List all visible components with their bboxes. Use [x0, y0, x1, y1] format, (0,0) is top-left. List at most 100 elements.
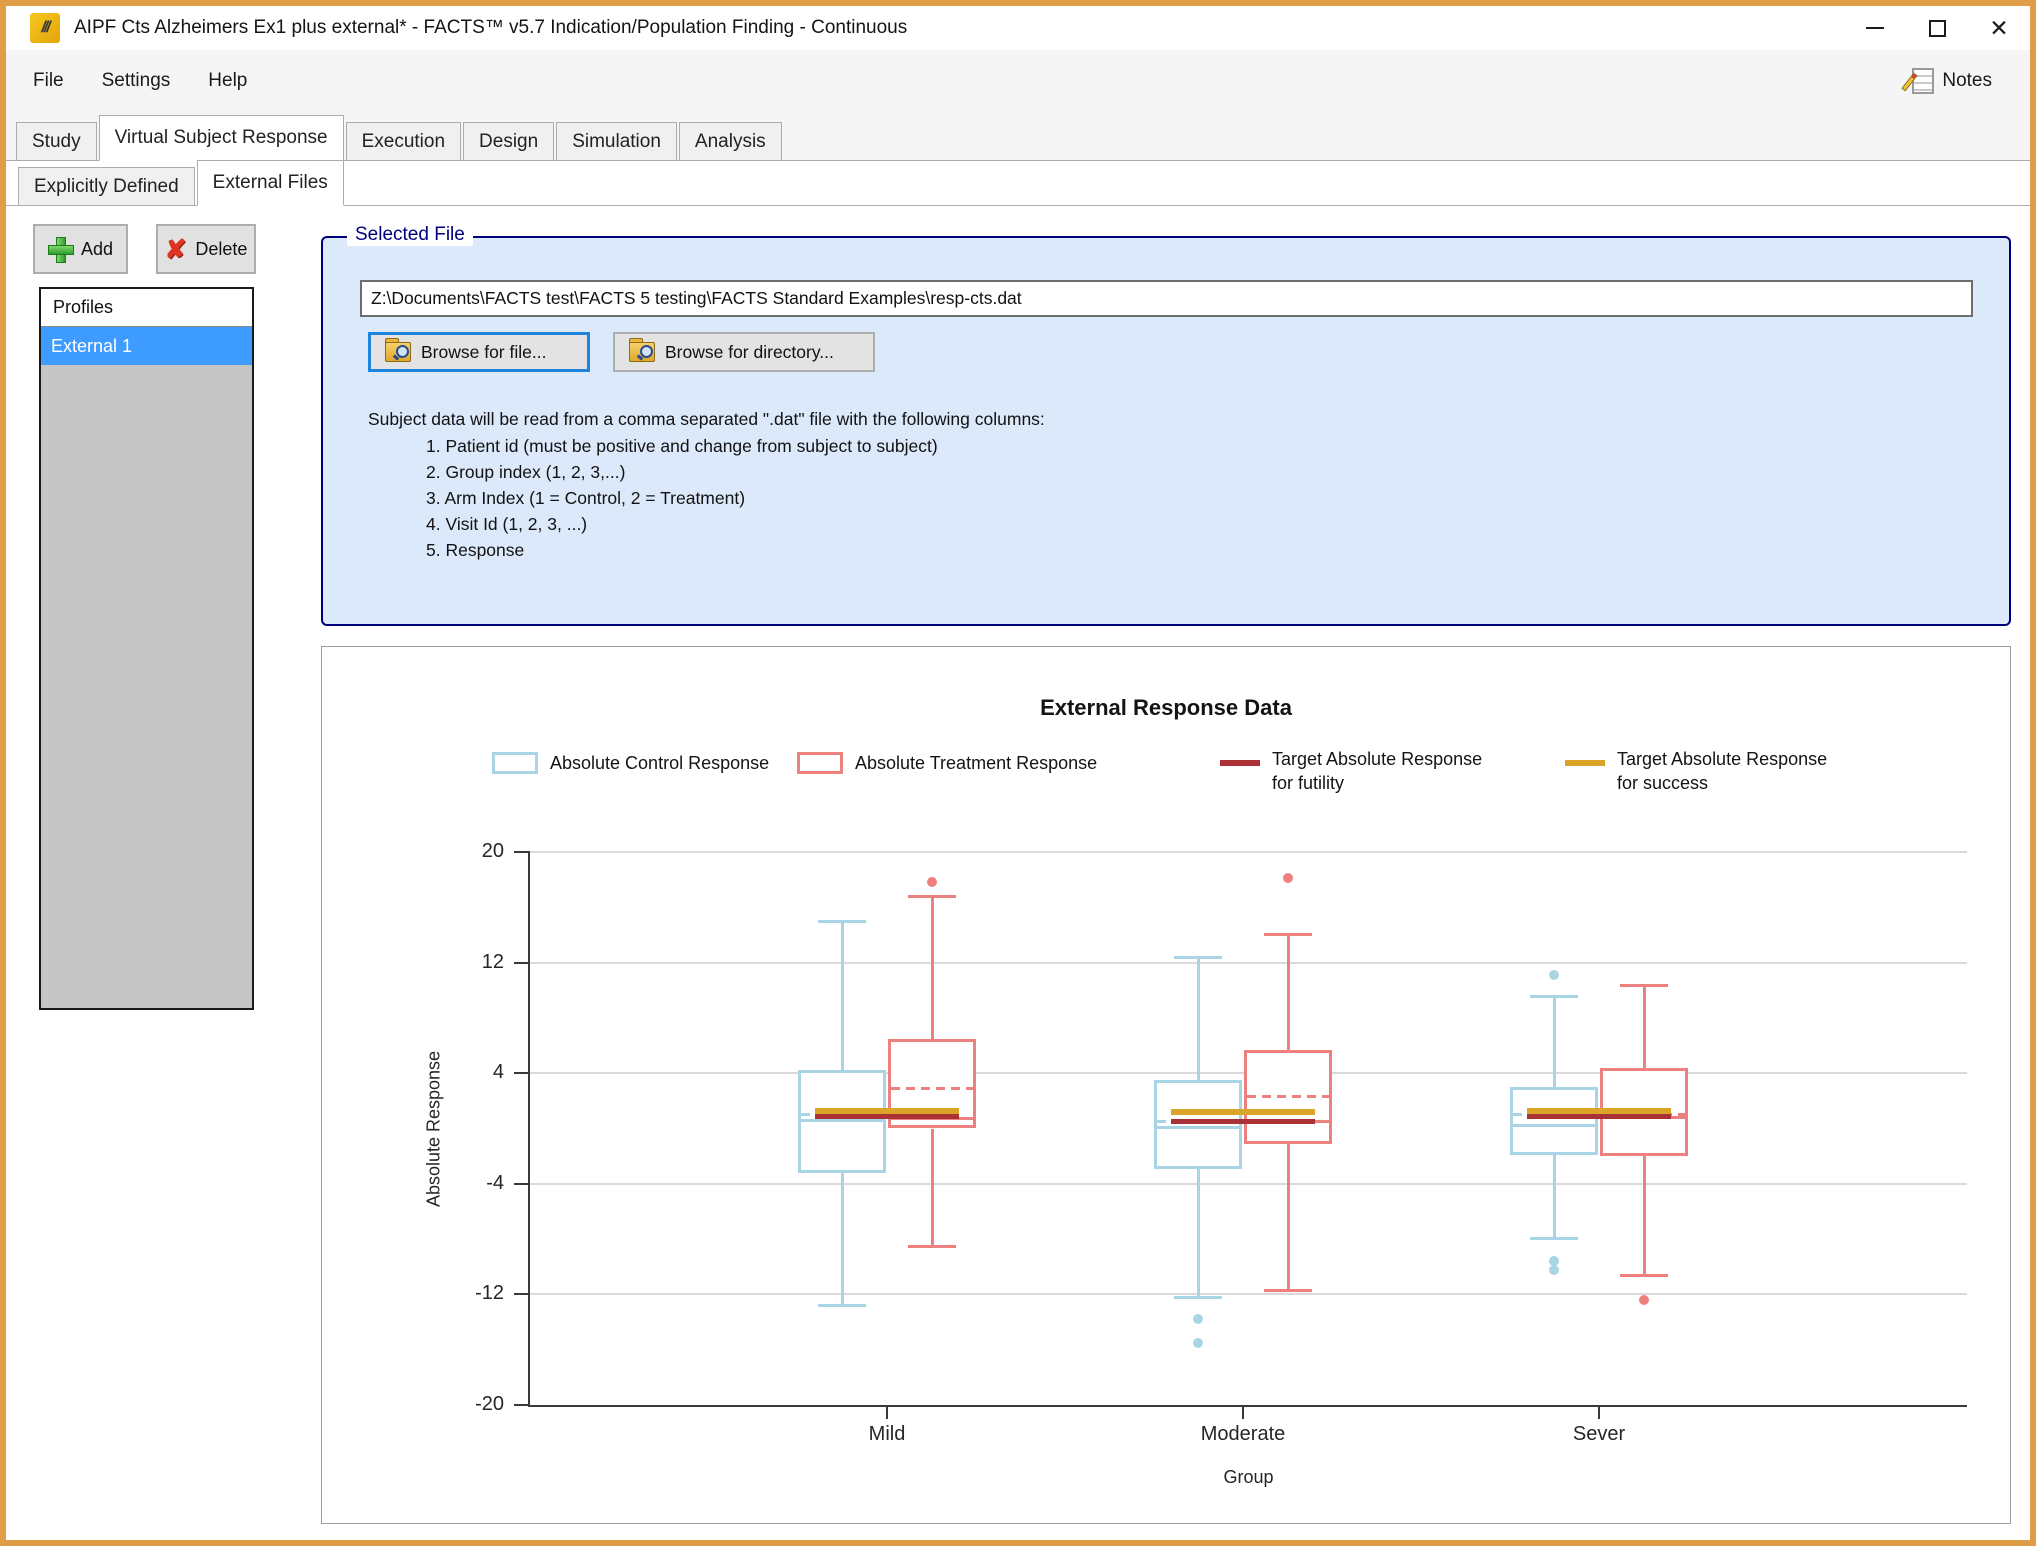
close-button[interactable]: ✕ — [1968, 6, 2030, 50]
delete-x-icon: ✘ — [165, 236, 187, 262]
profile-rows: External 1 — [41, 327, 252, 365]
maximize-icon — [1929, 20, 1946, 37]
subtab-external-files[interactable]: External Files — [197, 160, 344, 206]
treatment-moderate-outlier-0 — [1283, 873, 1293, 883]
sub-tab-row: Explicitly DefinedExternal Files — [6, 161, 2030, 206]
y-axis-title: Absolute Response — [424, 1050, 445, 1206]
treatment-moderate-whisker-bottom — [1287, 1144, 1290, 1291]
column-item: 1. Patient id (must be positive and chan… — [368, 433, 1045, 459]
tab-design[interactable]: Design — [463, 122, 554, 160]
target-success-moderate — [1171, 1109, 1315, 1115]
chart-panel: External Response Data Absolute Control … — [321, 646, 2011, 1524]
app-window: /// AIPF Cts Alzheimers Ex1 plus externa… — [0, 0, 2036, 1546]
control-moderate-whisker-bottom — [1197, 1169, 1200, 1298]
menu-bar: FileSettingsHelp Notes — [6, 50, 2030, 112]
control-sever-cap-bottom — [1530, 1237, 1578, 1240]
close-icon: ✕ — [1989, 17, 2008, 40]
file-format-intro: Subject data will be read from a comma s… — [368, 406, 1045, 432]
gridline-y12 — [530, 962, 1967, 964]
tab-analysis[interactable]: Analysis — [679, 122, 782, 160]
browse-for-directory-button[interactable]: Browse for directory... — [613, 332, 875, 372]
menu-items: FileSettingsHelp — [6, 61, 266, 101]
control-mild-whisker-bottom — [841, 1173, 844, 1306]
profiles-list[interactable]: Profiles External 1 — [39, 287, 254, 1010]
tab-study[interactable]: Study — [16, 122, 97, 160]
x-axis-title: Group — [1159, 1467, 1339, 1488]
plus-icon — [48, 237, 72, 261]
control-moderate-whisker-top — [1197, 957, 1200, 1080]
browse-file-label: Browse for file... — [421, 342, 546, 363]
file-path-field[interactable]: Z:\Documents\FACTS test\FACTS 5 testing\… — [360, 280, 1973, 317]
tab-simulation[interactable]: Simulation — [556, 122, 677, 160]
ytick-label--12: -12 — [418, 1282, 504, 1305]
control-mild-cap-bottom — [818, 1304, 866, 1307]
selected-file-group: Selected File Z:\Documents\FACTS test\FA… — [321, 236, 2011, 626]
x-axis-line — [528, 1405, 1967, 1407]
xtick-Mild — [886, 1407, 888, 1419]
gridline-y20 — [530, 851, 1967, 853]
column-list: 1. Patient id (must be positive and chan… — [368, 433, 1045, 563]
tab-virtual-subject-response[interactable]: Virtual Subject Response — [99, 115, 344, 161]
control-sever-outlier-0 — [1549, 970, 1559, 980]
minimize-button[interactable] — [1844, 6, 1906, 50]
maximize-button[interactable] — [1906, 6, 1968, 50]
column-item: 4. Visit Id (1, 2, 3, ...) — [368, 511, 1045, 537]
control-moderate-cap-top — [1174, 956, 1222, 959]
treatment-mild-whisker-bottom — [931, 1129, 934, 1247]
ytick-label--20: -20 — [418, 1393, 504, 1416]
menu-item-file[interactable]: File — [14, 61, 83, 101]
control-moderate-outlier-0 — [1193, 1314, 1203, 1324]
delete-button[interactable]: ✘ Delete — [156, 224, 256, 274]
ytick-label-12: 12 — [418, 951, 504, 974]
treatment-mild-outlier-0 — [927, 877, 937, 887]
control-moderate-box — [1154, 1080, 1242, 1168]
treatment-sever-cap-top — [1620, 984, 1668, 987]
profiles-header: Profiles — [41, 289, 252, 327]
column-item: 2. Group index (1, 2, 3,...) — [368, 459, 1045, 485]
tab-execution[interactable]: Execution — [346, 122, 461, 160]
treatment-mild-mean — [891, 1087, 973, 1090]
target-futility-sever — [1527, 1114, 1671, 1119]
y-axis-line — [528, 852, 530, 1407]
magnifier-icon — [396, 345, 409, 358]
target-futility-moderate — [1171, 1119, 1315, 1124]
gridline-y-12 — [530, 1293, 1967, 1295]
delete-label: Delete — [195, 239, 247, 260]
ytick-label-20: 20 — [418, 840, 504, 863]
notes-button[interactable]: Notes — [1912, 68, 1992, 94]
menu-item-help[interactable]: Help — [189, 61, 266, 101]
xtick-Sever — [1598, 1407, 1600, 1419]
subtab-explicitly-defined[interactable]: Explicitly Defined — [18, 167, 195, 205]
treatment-sever-outlier-0 — [1639, 1295, 1649, 1305]
browse-dir-folder-icon — [629, 342, 655, 362]
control-sever-outlier-2 — [1549, 1265, 1559, 1275]
window-title: AIPF Cts Alzheimers Ex1 plus external* -… — [74, 17, 907, 39]
browse-for-file-button[interactable]: Browse for file... — [368, 332, 590, 372]
browse-dir-label: Browse for directory... — [665, 342, 834, 363]
file-format-description: Subject data will be read from a comma s… — [368, 406, 1045, 563]
gridline-y-4 — [530, 1183, 1967, 1185]
treatment-mild-cap-top — [908, 895, 956, 898]
treatment-sever-cap-bottom — [1620, 1274, 1668, 1277]
menu-item-settings[interactable]: Settings — [83, 61, 190, 101]
browse-folder-icon — [385, 342, 411, 362]
profile-item[interactable]: External 1 — [41, 327, 252, 365]
pencil-icon — [1902, 73, 1918, 92]
control-sever-box — [1510, 1087, 1598, 1155]
window-controls: ✕ — [1844, 6, 2030, 50]
app-icon: /// — [30, 13, 60, 43]
column-item: 3. Arm Index (1 = Control, 2 = Treatment… — [368, 485, 1045, 511]
treatment-moderate-mean — [1247, 1095, 1329, 1098]
treatment-moderate-cap-top — [1264, 933, 1312, 936]
title-bar: /// AIPF Cts Alzheimers Ex1 plus externa… — [6, 6, 2030, 50]
control-sever-median — [1513, 1124, 1595, 1127]
control-moderate-cap-bottom — [1174, 1296, 1222, 1299]
main-tab-row: StudyVirtual Subject ResponseExecutionDe… — [6, 112, 2030, 161]
magnifier-icon-2 — [640, 345, 653, 358]
notes-label: Notes — [1942, 70, 1992, 92]
add-button[interactable]: Add — [33, 224, 128, 274]
treatment-mild-cap-bottom — [908, 1245, 956, 1248]
treatment-sever-whisker-bottom — [1643, 1156, 1646, 1275]
control-mild-cap-top — [818, 920, 866, 923]
treatment-moderate-whisker-top — [1287, 934, 1290, 1050]
